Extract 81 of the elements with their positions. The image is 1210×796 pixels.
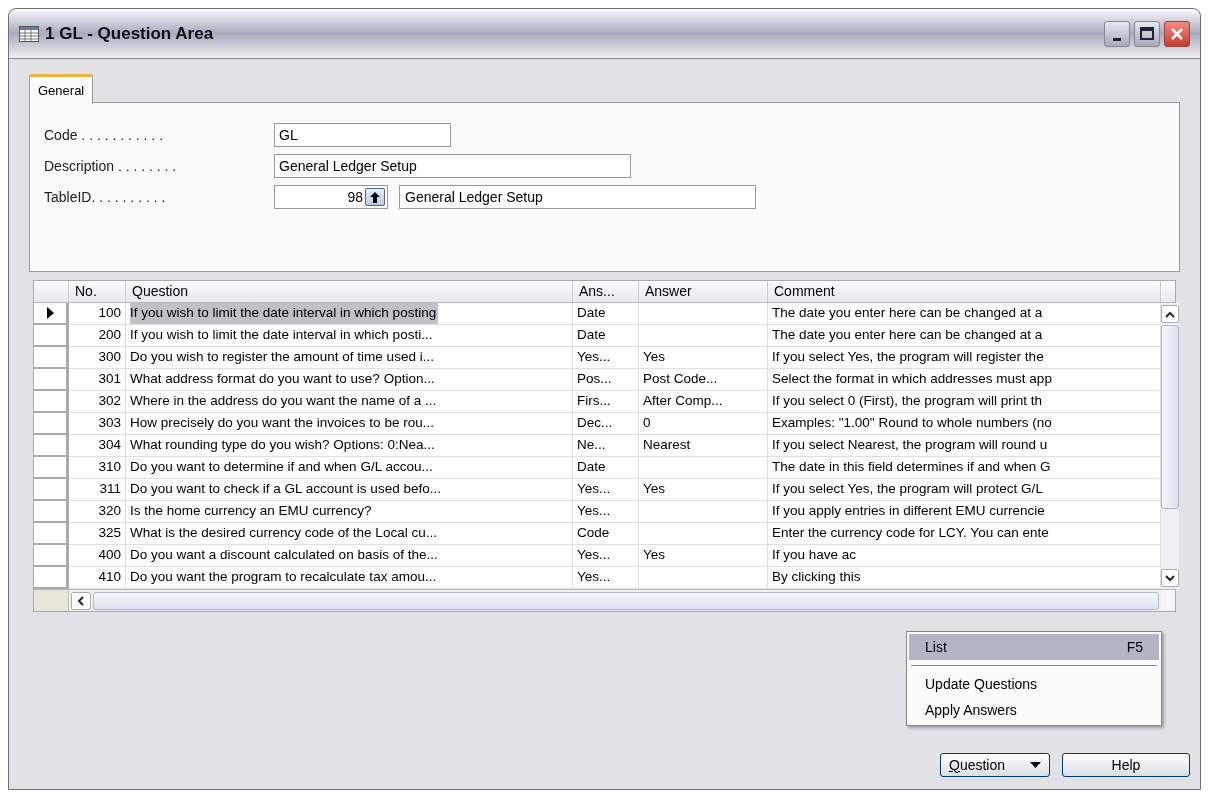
table-cell: 320: [69, 501, 126, 522]
table-cell: Date: [573, 303, 639, 324]
table-cell: 100: [69, 303, 126, 324]
menu-item[interactable]: Apply Answers: [909, 697, 1159, 723]
table-cell: If you wish to limit the date interval in which posti...: [126, 325, 573, 346]
table-cell: 325: [69, 523, 126, 544]
table-cell: Do you want the program to recalculate tax amou...: [126, 567, 573, 588]
scroll-left-icon[interactable]: [71, 591, 91, 610]
window-title: 1 GL - Question Area: [45, 22, 214, 45]
menu-item[interactable]: Update Questions: [909, 671, 1159, 697]
table-cell: Yes...: [573, 347, 639, 368]
shortcut-key: F5: [1126, 636, 1143, 658]
table-cell: Do you want a discount calculated on basis of the...: [126, 545, 573, 566]
table-cell: Yes...: [573, 567, 639, 588]
current-row-icon: [46, 307, 54, 319]
caret-icon: [1030, 762, 1041, 768]
table-cell: 0: [639, 413, 768, 434]
table-cell: Ne...: [573, 435, 639, 456]
minimize-icon: [1113, 37, 1121, 41]
help-button[interactable]: Help: [1062, 753, 1190, 777]
maximize-button[interactable]: [1134, 20, 1160, 47]
tab[interactable]: General: [29, 74, 94, 104]
text-field[interactable]: General Ledger Setup: [274, 154, 631, 178]
column-header[interactable]: Answer: [639, 281, 768, 302]
table-cell: Where in the address do you want the name of a ...: [126, 391, 573, 412]
column-header[interactable]: Ans...: [573, 281, 639, 302]
table-cell: 304: [69, 435, 126, 456]
field-label: Code . . . . . . . . . . .: [44, 125, 165, 145]
table-cell: Firs...: [573, 391, 639, 412]
table-cell: Pos...: [573, 369, 639, 390]
lookup-icon[interactable]: [365, 188, 385, 206]
table-icon: [19, 25, 39, 42]
column-header[interactable]: Comment: [768, 281, 1161, 302]
table-cell: Yes...: [573, 545, 639, 566]
table-cell: 310: [69, 457, 126, 478]
table-cell: Date: [573, 325, 639, 346]
scroll-thumb[interactable]: [1161, 325, 1179, 509]
table-cell: Yes: [639, 479, 768, 500]
table-cell: Do you want to check if a GL account is used befo...: [126, 479, 573, 500]
table-cell: Yes...: [573, 479, 639, 500]
table-cell: Nearest: [639, 435, 768, 456]
table-cell: 400: [69, 545, 126, 566]
table-cell: Date: [573, 457, 639, 478]
vertical-scrollbar[interactable]: [1161, 303, 1179, 589]
menu-item[interactable]: List F5: [909, 634, 1159, 660]
table-cell: Dec...: [573, 413, 639, 434]
row-selector[interactable]: [34, 303, 69, 325]
close-icon: [1169, 25, 1185, 42]
table-cell: 410: [69, 567, 126, 588]
table-cell: What is the desired currency code of the Local cu...: [126, 523, 573, 544]
scroll-up-icon[interactable]: [1161, 305, 1179, 323]
table-cell: 300: [69, 347, 126, 368]
table-cell: What address format do you want to use? Option...: [126, 369, 573, 390]
table-cell: 301: [69, 369, 126, 390]
table-cell: What rounding type do you wish? Options: 0:Nea...: [126, 435, 573, 456]
column-header[interactable]: Question: [126, 281, 573, 302]
table-cell: After Comp...: [639, 391, 768, 412]
lookup-field: General Ledger Setup: [399, 185, 756, 209]
table-cell: 200: [69, 325, 126, 346]
minimize-button[interactable]: [1104, 20, 1130, 47]
field-label: TableID. . . . . . . . . .: [44, 187, 167, 207]
close-button[interactable]: [1164, 20, 1190, 47]
field-label: Description . . . . . . . .: [44, 156, 178, 176]
table-cell: Yes...: [573, 501, 639, 522]
table-cell: 302: [69, 391, 126, 412]
table-cell: 311: [69, 479, 126, 500]
table-id-field[interactable]: 98: [274, 185, 388, 209]
table-cell: Is the home currency an EMU currency?: [126, 501, 573, 522]
table-cell: Yes: [639, 347, 768, 368]
scroll-down-icon[interactable]: [1161, 569, 1179, 587]
table-cell: 303: [69, 413, 126, 434]
table-cell: How precisely do you want the invoices to be rou...: [126, 413, 573, 434]
table-cell: Post Code...: [639, 369, 768, 390]
table-cell: Do you wish to register the amount of time used i...: [126, 347, 573, 368]
maximize-icon: [1140, 27, 1154, 40]
table-cell: Do you want to determine if and when G/L accou...: [126, 457, 573, 478]
text-field[interactable]: GL: [274, 123, 451, 147]
column-header[interactable]: No.: [69, 281, 126, 302]
table-cell: Yes: [639, 545, 768, 566]
table-cell: Code: [573, 523, 639, 544]
question-button[interactable]: Question: [940, 753, 1050, 777]
